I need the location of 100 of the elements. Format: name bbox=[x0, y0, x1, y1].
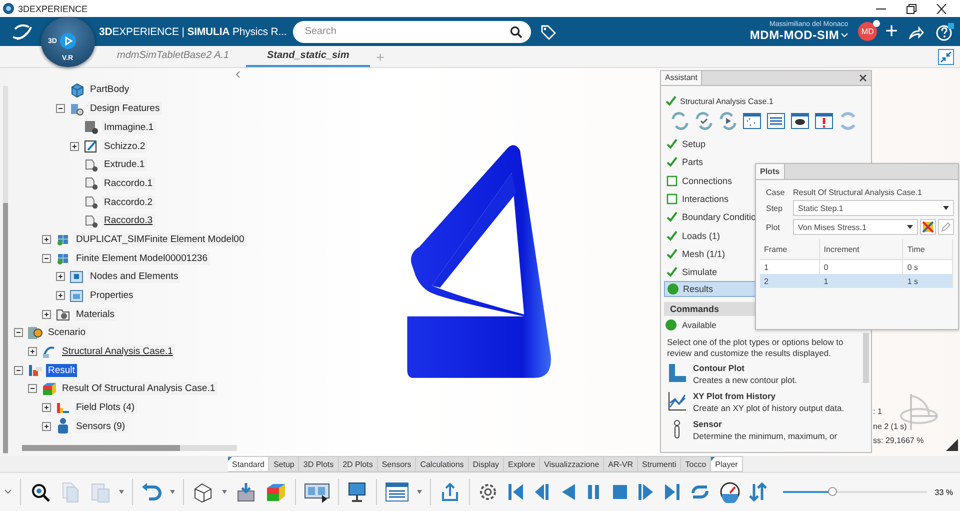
tree-item[interactable]: Result Of Structural Analysis Case.1 bbox=[60, 382, 218, 396]
expand-node-icon[interactable] bbox=[69, 140, 80, 152]
toolbar-tab[interactable]: 2D Plots bbox=[338, 456, 378, 472]
workflow-step[interactable]: Interactions bbox=[661, 190, 731, 208]
tree-item[interactable]: Result bbox=[46, 364, 77, 377]
expand-node-icon[interactable] bbox=[55, 290, 66, 301]
up-down-arrows-icon[interactable] bbox=[749, 481, 768, 503]
play-icon[interactable] bbox=[60, 33, 76, 49]
tag-icon[interactable] bbox=[540, 24, 556, 40]
collapse-node-icon[interactable] bbox=[27, 383, 38, 394]
plots-tab[interactable]: Plots bbox=[756, 164, 785, 179]
close-icon[interactable] bbox=[859, 74, 867, 82]
tree-item[interactable]: Raccordo.1 bbox=[102, 176, 155, 190]
collapse-icon[interactable] bbox=[938, 48, 954, 64]
film-icon[interactable] bbox=[304, 481, 330, 503]
expand-node-icon[interactable] bbox=[41, 234, 52, 245]
frame-row[interactable]: 1 0 0 s bbox=[760, 260, 952, 274]
collapse-node-icon[interactable] bbox=[41, 252, 52, 264]
tree-item[interactable]: PartBody bbox=[88, 83, 132, 96]
collapse-node-icon[interactable] bbox=[13, 364, 24, 376]
caret-icon[interactable] bbox=[222, 490, 227, 494]
assistant-tab[interactable]: Assistant bbox=[661, 71, 702, 85]
toolbar-tab[interactable]: 3D Plots bbox=[299, 456, 339, 472]
frame-row[interactable]: 2 1 1 s bbox=[760, 274, 952, 288]
previous-frame-icon[interactable] bbox=[533, 481, 552, 503]
user-avatar[interactable]: MD bbox=[858, 22, 878, 41]
contour-plot-icon[interactable] bbox=[264, 481, 287, 503]
workflow-step[interactable]: Connections bbox=[661, 172, 734, 190]
tree-item[interactable]: Sensors (9) bbox=[74, 420, 128, 433]
list-icon[interactable] bbox=[766, 111, 786, 131]
tenant-selector[interactable]: MDM-MOD-SIM bbox=[750, 28, 848, 42]
first-frame-icon[interactable] bbox=[507, 481, 526, 503]
tree-item[interactable]: Materials bbox=[74, 308, 117, 321]
tree-item[interactable]: Finite Element Model00001236 bbox=[74, 252, 210, 265]
animation-slider[interactable] bbox=[783, 487, 927, 497]
slider-thumb[interactable] bbox=[828, 487, 838, 496]
toolbar-tab[interactable]: Calculations bbox=[416, 456, 469, 472]
plot-dropdown[interactable]: Von Mises Stress.1 bbox=[793, 219, 918, 235]
caret-icon[interactable] bbox=[118, 490, 124, 494]
close-icon[interactable] bbox=[934, 4, 948, 14]
expand-node-icon[interactable] bbox=[55, 271, 66, 282]
undo-icon[interactable] bbox=[140, 481, 162, 503]
dotted-window-icon[interactable] bbox=[742, 111, 762, 131]
refresh-play-icon[interactable] bbox=[718, 111, 738, 131]
tree-item[interactable]: Schizzo.2 bbox=[102, 140, 148, 152]
resize-grip-icon[interactable] bbox=[946, 439, 958, 451]
expand-node-icon[interactable] bbox=[41, 308, 52, 320]
collapse-node-icon[interactable] bbox=[55, 103, 66, 114]
tree-item[interactable]: Structural Analysis Case.1 bbox=[60, 345, 175, 358]
toolbar-tab[interactable]: Standard bbox=[228, 456, 270, 472]
toolbar-tab[interactable]: Tocco bbox=[681, 456, 712, 472]
eye-icon[interactable] bbox=[790, 111, 810, 131]
workflow-step[interactable]: Simulate bbox=[661, 263, 720, 282]
caret-icon[interactable] bbox=[170, 490, 176, 494]
tree-item[interactable]: Immagine.1 bbox=[102, 120, 156, 134]
toolbar-tab[interactable]: Sensors bbox=[378, 456, 416, 472]
tree-item[interactable]: Design Features bbox=[88, 102, 162, 116]
command-title[interactable]: XY Plot from History bbox=[693, 391, 844, 402]
speed-gauge-icon[interactable] bbox=[719, 481, 742, 503]
command-title[interactable]: Sensor bbox=[693, 419, 838, 430]
toolbar-tab[interactable]: Strumenti bbox=[638, 456, 682, 472]
share-icon[interactable] bbox=[908, 24, 924, 38]
search-field[interactable]: Search bbox=[292, 20, 531, 42]
company-logo-icon[interactable] bbox=[11, 22, 33, 40]
workflow-step[interactable]: Parts bbox=[661, 153, 706, 172]
scrollbar[interactable] bbox=[22, 445, 237, 451]
toolbar-tab[interactable]: Player bbox=[711, 456, 743, 472]
workflow-step[interactable]: Boundary Conditio bbox=[661, 208, 758, 226]
refresh-check-icon[interactable] bbox=[694, 111, 714, 131]
list-view-icon[interactable] bbox=[384, 481, 409, 503]
tree-item[interactable]: Scenario bbox=[46, 326, 88, 340]
caret-icon[interactable] bbox=[416, 490, 422, 494]
import-part-icon[interactable] bbox=[234, 481, 257, 503]
part-shape-icon[interactable] bbox=[192, 481, 214, 503]
tree-item[interactable]: DUPLICAT_SIMFinite Element Model00 bbox=[74, 232, 246, 246]
expand-node-icon[interactable] bbox=[41, 420, 52, 432]
scrollbar[interactable] bbox=[3, 86, 8, 454]
tree-item[interactable]: Field Plots (4) bbox=[74, 401, 137, 414]
workflow-step[interactable]: Results bbox=[664, 281, 756, 298]
workflow-step[interactable]: Setup bbox=[661, 135, 708, 154]
collapse-left-icon[interactable] bbox=[234, 70, 242, 79]
tree-item[interactable]: Extrude.1 bbox=[102, 158, 147, 172]
workflow-step[interactable]: Mesh (1/1) bbox=[661, 244, 728, 264]
toolbar-tab[interactable]: AR-VR bbox=[604, 456, 638, 472]
next-frame-icon[interactable] bbox=[637, 481, 656, 503]
chevron-down-icon[interactable] bbox=[4, 489, 12, 495]
last-frame-icon[interactable] bbox=[663, 481, 682, 503]
expand-node-icon[interactable] bbox=[27, 346, 38, 358]
document-tab[interactable]: mdmSimTabletBase2 A.1 bbox=[100, 46, 246, 67]
collapse-node-icon[interactable] bbox=[13, 327, 24, 338]
monitor-icon[interactable] bbox=[346, 481, 368, 503]
expand-node-icon[interactable] bbox=[41, 402, 52, 414]
warning-icon[interactable] bbox=[814, 111, 834, 131]
tree-item[interactable]: Properties bbox=[88, 289, 136, 302]
toolbar-tab[interactable]: Visualizzazione bbox=[540, 456, 604, 472]
tree-item[interactable]: Raccordo.2 bbox=[102, 196, 155, 209]
command-title[interactable]: Contour Plot bbox=[693, 363, 797, 374]
restore-icon[interactable] bbox=[904, 4, 918, 14]
tree-item[interactable]: Raccordo.3 bbox=[102, 214, 155, 228]
scrollbar-thumb[interactable] bbox=[863, 333, 869, 383]
